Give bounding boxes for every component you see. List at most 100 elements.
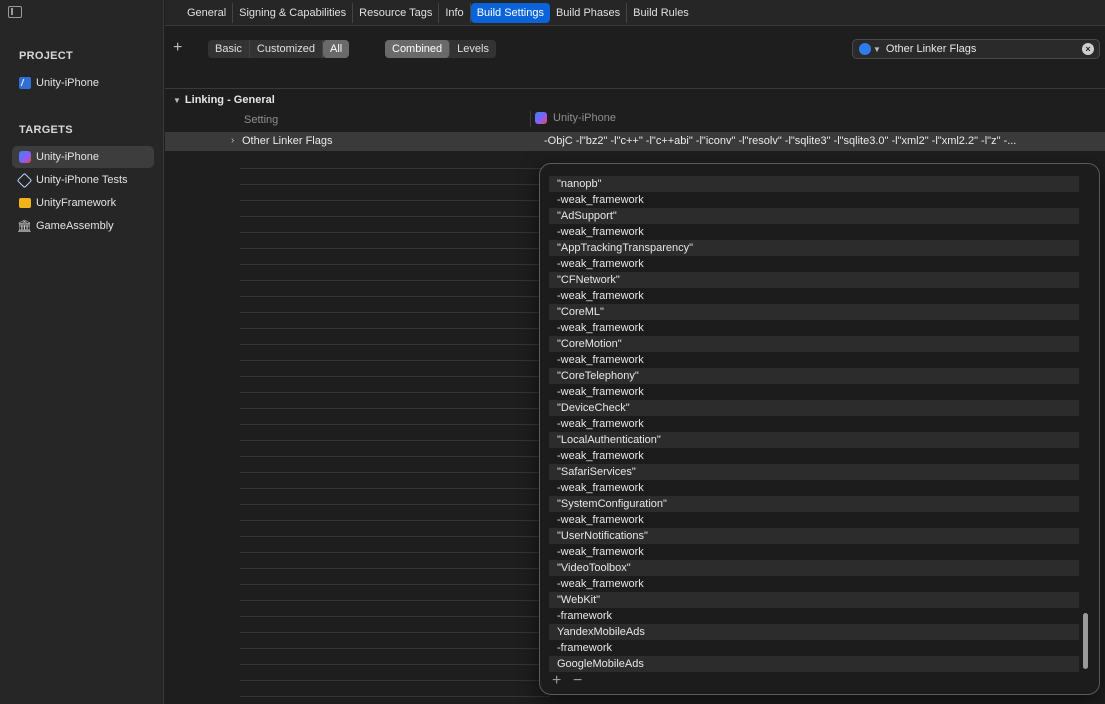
row-divider [240,520,550,521]
tab-build-phases[interactable]: Build Phases [550,2,628,23]
list-item[interactable]: -weak_framework [549,224,1079,240]
scrollbar[interactable] [1083,613,1088,669]
column-header-target: Unity-iPhone [535,112,616,124]
tab-build-settings[interactable]: Build Settings [470,2,550,23]
row-divider [240,616,550,617]
row-divider [240,440,550,441]
test-target-icon [16,172,33,188]
list-item[interactable]: -weak_framework [549,352,1079,368]
row-divider [240,696,550,697]
row-divider [240,360,550,361]
filter-icon[interactable] [859,43,871,55]
empty-rows [240,168,550,704]
list-item[interactable]: "UserNotifications" [549,528,1079,544]
xcode-project-icon [18,77,31,90]
row-divider [240,568,550,569]
search-field[interactable]: ▼ Other Linker Flags × [852,39,1100,59]
scope-segmented-control: Basic Customized All [208,40,350,58]
row-divider [240,264,550,265]
row-divider [240,632,550,633]
list-item[interactable]: YandexMobileAds [549,624,1079,640]
tab-build-rules[interactable]: Build Rules [627,3,695,23]
row-divider [240,424,550,425]
list-item[interactable]: -weak_framework [549,512,1079,528]
sidebar-item-target-gameassembly[interactable]: 🏛 GameAssembly [12,215,154,237]
list-item[interactable]: -weak_framework [549,448,1079,464]
row-divider [240,584,550,585]
list-item[interactable]: -weak_framework [549,256,1079,272]
list-item[interactable]: -weak_framework [549,480,1079,496]
row-divider [240,216,550,217]
list-item[interactable]: "CoreMotion" [549,336,1079,352]
row-divider [240,552,550,553]
list-item[interactable]: -framework [549,608,1079,624]
list-item[interactable]: "SafariServices" [549,464,1079,480]
list-item[interactable]: -weak_framework [549,320,1079,336]
list-item[interactable]: "CoreML" [549,304,1079,320]
row-divider [240,168,550,169]
scope-basic-button[interactable]: Basic [208,40,250,58]
divider [165,88,1105,89]
scope-all-button[interactable]: All [322,40,350,58]
list-item[interactable]: -weak_framework [549,544,1079,560]
sidebar-item-target-unity-iphone[interactable]: Unity-iPhone [12,146,154,168]
list-item[interactable]: "AdSupport" [549,208,1079,224]
list-item[interactable]: -weak_framework [549,576,1079,592]
list-item[interactable]: "nanopb" [549,176,1079,192]
sidebar-item-target-framework[interactable]: UnityFramework [12,192,154,214]
framework-icon [18,197,31,210]
view-combined-button[interactable]: Combined [385,40,451,58]
list-item[interactable]: -weak_framework [549,192,1079,208]
tab-general[interactable]: General [181,2,234,23]
list-item[interactable]: -weak_framework [549,416,1079,432]
list-item[interactable]: "LocalAuthentication" [549,432,1079,448]
row-divider [240,392,550,393]
list-item[interactable]: "WebKit" [549,592,1079,608]
project-heading: PROJECT [19,50,74,62]
row-divider [240,600,550,601]
targets-heading: TARGETS [19,124,73,136]
add-flag-button[interactable]: + [552,672,561,690]
sidebar-toggle-icon[interactable] [8,6,22,18]
chevron-right-icon[interactable]: › [231,135,234,146]
navigator-sidebar: PROJECT Unity-iPhone TARGETS Unity-iPhon… [0,0,164,704]
column-target-label: Unity-iPhone [553,112,616,124]
flag-list: "nanopb" -weak_framework "AdSupport" -weak_… [549,176,1079,672]
list-item[interactable]: "VideoToolbox" [549,560,1079,576]
list-item[interactable]: "AppTrackingTransparency" [549,240,1079,256]
list-item[interactable]: -weak_framework [549,384,1079,400]
sidebar-item-target-tests[interactable]: Unity-iPhone Tests [12,169,154,191]
sidebar-item-label: Unity-iPhone [36,151,99,163]
tab-resource-tags[interactable]: Resource Tags [353,2,440,23]
row-divider [240,184,550,185]
list-item[interactable]: -weak_framework [549,288,1079,304]
remove-flag-button[interactable]: − [573,672,582,690]
section-header[interactable]: ▼ Linking - General [173,94,275,106]
tab-info[interactable]: Info [439,2,471,23]
library-icon: 🏛 [16,219,33,233]
row-divider [240,312,550,313]
tab-signing-capabilities[interactable]: Signing & Capabilities [233,2,354,23]
setting-value[interactable]: -ObjC -l"bz2" -l"c++" -l"c++abi" -l"icon… [544,135,1099,147]
setting-row-other-linker-flags[interactable]: › Other Linker Flags -ObjC -l"bz2" -l"c+… [165,132,1105,151]
list-item[interactable]: -framework [549,640,1079,656]
row-divider [240,408,550,409]
list-item[interactable]: GoogleMobileAds [549,656,1079,672]
list-item[interactable]: "DeviceCheck" [549,400,1079,416]
clear-search-icon[interactable]: × [1082,43,1094,55]
chevron-down-icon: ▼ [873,44,881,54]
row-divider [240,488,550,489]
sidebar-item-project[interactable]: Unity-iPhone [12,72,154,94]
list-item[interactable]: "CoreTelephony" [549,368,1079,384]
row-divider [240,328,550,329]
search-input[interactable]: Other Linker Flags [886,43,1082,55]
row-divider [240,376,550,377]
row-divider [240,280,550,281]
column-divider [530,111,531,127]
list-item[interactable]: "SystemConfiguration" [549,496,1079,512]
view-levels-button[interactable]: Levels [450,40,496,58]
sidebar-item-label: GameAssembly [36,220,114,232]
add-setting-button[interactable]: + [173,39,182,57]
scope-customized-button[interactable]: Customized [250,40,323,58]
list-item[interactable]: "CFNetwork" [549,272,1079,288]
